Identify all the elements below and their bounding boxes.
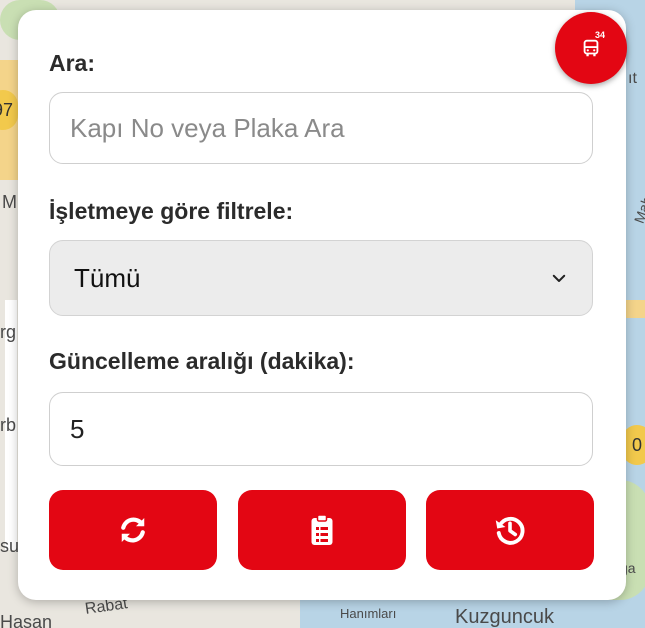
bus-toggle-button[interactable]: 34 — [555, 12, 627, 84]
chevron-down-icon — [552, 274, 566, 282]
map-label: M — [2, 192, 17, 212]
map-label: Hasan — [0, 612, 53, 628]
fab-badge-number: 34 — [595, 30, 606, 40]
map-label: su — [0, 536, 20, 556]
update-interval-label: Güncelleme aralığı (dakika): — [49, 348, 355, 374]
filter-panel: Ara: İşletmeye göre filtrele: Tümü Günce… — [18, 10, 626, 600]
map-label: rg — [0, 322, 17, 342]
history-icon — [495, 516, 525, 545]
operator-filter-label: İşletmeye göre filtrele: — [49, 198, 294, 224]
clipboard-list-icon — [311, 514, 333, 545]
map-label: rb — [0, 415, 17, 435]
map-label: ıt — [628, 70, 637, 87]
update-interval-input[interactable] — [49, 392, 593, 466]
refresh-icon — [121, 517, 145, 543]
operator-filter-value: Tümü — [74, 262, 141, 293]
history-button[interactable] — [426, 490, 594, 570]
operator-filter-select[interactable]: Tümü — [49, 240, 593, 316]
map-label: Kuzguncuk — [455, 606, 554, 628]
search-label: Ara: — [49, 50, 96, 76]
refresh-button[interactable] — [49, 490, 217, 570]
list-button[interactable] — [238, 490, 406, 570]
map-label: Hanımları — [340, 606, 397, 621]
bus-icon — [583, 39, 599, 57]
search-input[interactable] — [49, 92, 593, 164]
